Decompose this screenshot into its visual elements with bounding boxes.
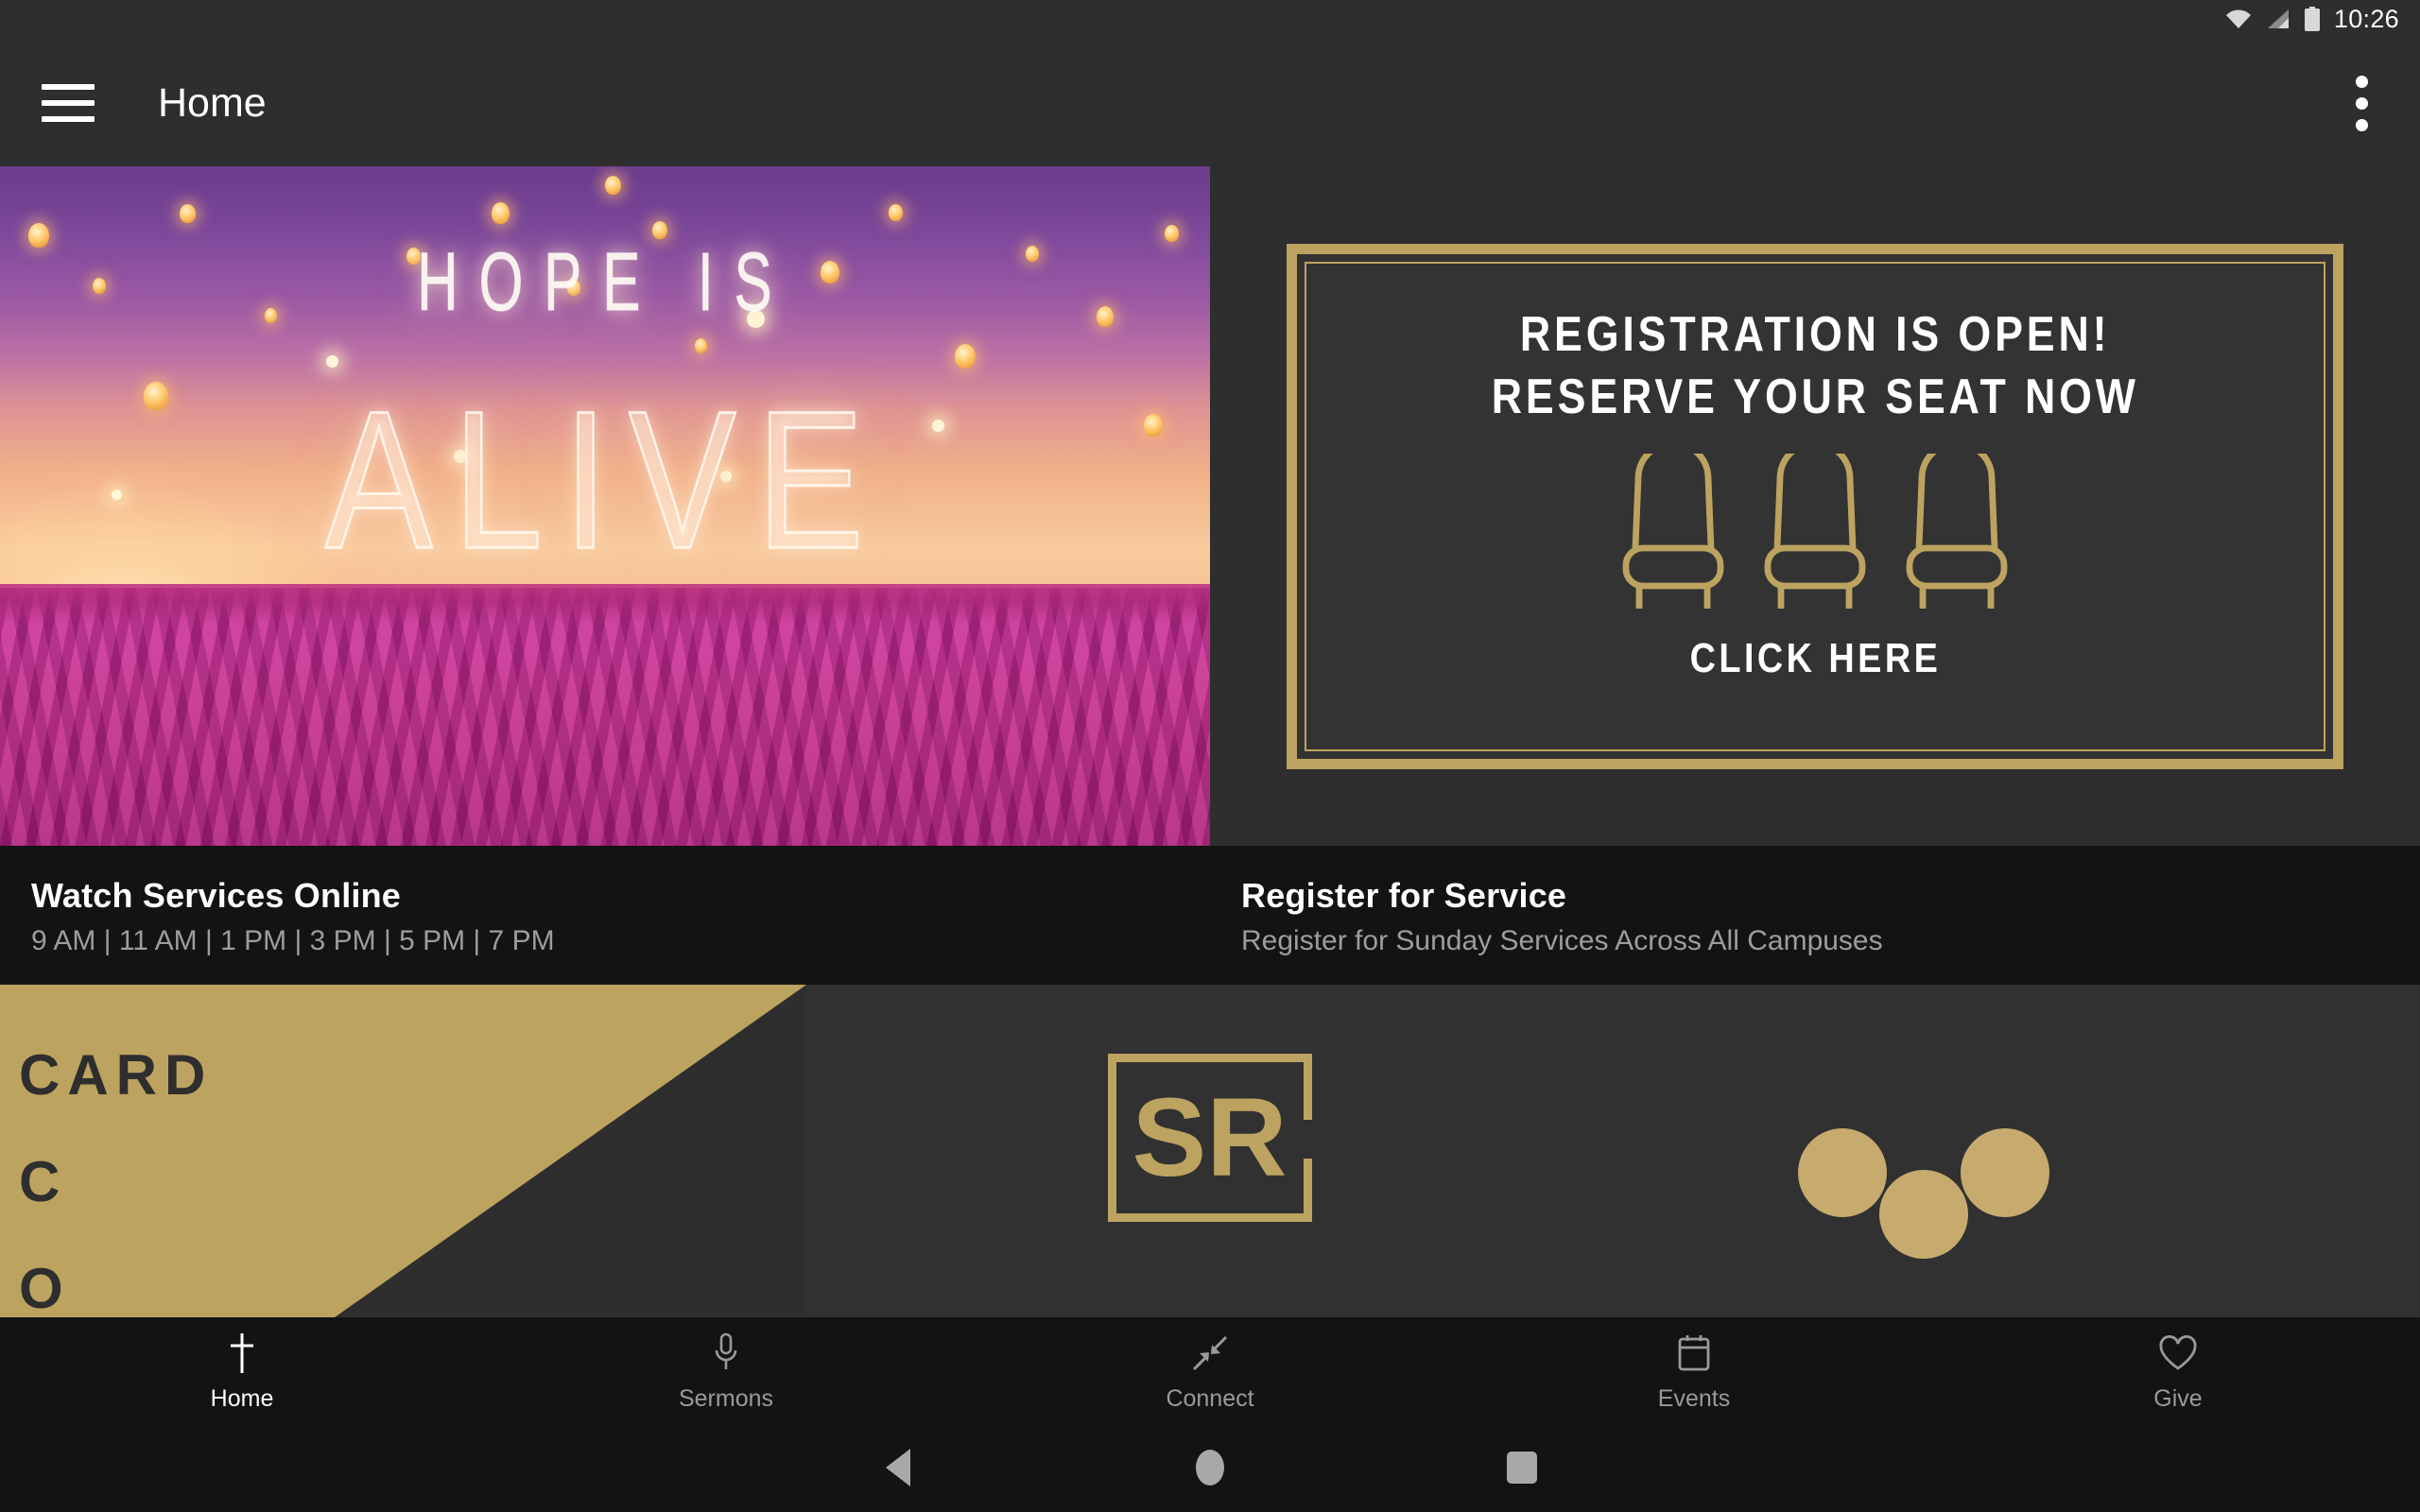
tab-label: Sermons [678, 1385, 774, 1412]
battery-icon [2304, 7, 2321, 31]
sr-logo-tile[interactable]: SR [806, 985, 1613, 1317]
app-bar: Home [0, 38, 2420, 168]
android-navigation-bar [0, 1423, 2420, 1512]
wifi-icon [2224, 8, 2253, 30]
tab-label: Events [1657, 1385, 1731, 1412]
back-triangle-icon[interactable] [742, 1449, 1054, 1486]
card-connection-text: CARD C O N N [19, 1022, 213, 1317]
card-connection-line-1: CARD [19, 1043, 214, 1107]
microphone-icon [713, 1331, 739, 1376]
tab-give[interactable]: Give [1936, 1317, 2420, 1413]
caption-title: Register for Service [1241, 876, 1567, 915]
tab-events[interactable]: Events [1452, 1317, 1936, 1413]
registration-cta-label[interactable]: CLICK HERE [1689, 635, 1941, 682]
merge-arrows-icon [1190, 1331, 1230, 1376]
card-connection-line-2: C [19, 1149, 68, 1213]
registration-line-1: REGISTRATION IS OPEN! [1519, 306, 2111, 362]
page-title: Home [158, 79, 267, 126]
caption-band: Watch Services Online 9 AM | 11 AM | 1 P… [0, 846, 2420, 985]
three-circles-icon [1613, 985, 2419, 1317]
watch-services-caption[interactable]: Watch Services Online 9 AM | 11 AM | 1 P… [0, 846, 1210, 985]
sr-logo-text: SR [1132, 1074, 1288, 1200]
card-connection-line-3: O [19, 1256, 71, 1317]
tab-connect[interactable]: Connect [968, 1317, 1452, 1413]
register-service-caption[interactable]: Register for Service Register for Sunday… [1210, 846, 2420, 985]
tab-label: Connect [1166, 1385, 1254, 1412]
caption-subtitle: Register for Sunday Services Across All … [1241, 925, 1883, 956]
status-bar-clock: 10:26 [2333, 4, 2399, 33]
card-connection-tile[interactable]: CARD C O N N [0, 985, 806, 1317]
hero-headline: HOPE IS ALIVE [0, 166, 1210, 846]
watch-services-online-card[interactable]: HOPE IS ALIVE [0, 166, 1210, 846]
tab-label: Give [2153, 1385, 2203, 1412]
heart-icon [2158, 1331, 2198, 1376]
hero-headline-bottom: ALIVE [324, 369, 885, 592]
three-chairs-icon [1613, 453, 2017, 612]
hero-headline-top: HOPE IS [417, 235, 793, 329]
registration-line-2: RESERVE YOUR SEAT NOW [1491, 369, 2139, 425]
overflow-menu-icon[interactable] [2335, 70, 2388, 136]
cellular-signal-icon [2266, 8, 2290, 30]
tab-home[interactable]: Home [0, 1317, 484, 1413]
registration-frame: REGISTRATION IS OPEN! RESERVE YOUR SEAT … [1287, 243, 2343, 769]
tab-label: Home [210, 1385, 274, 1412]
home-circle-icon[interactable] [1054, 1450, 1366, 1486]
hamburger-menu-icon[interactable] [42, 84, 95, 122]
calendar-icon [1676, 1331, 1712, 1376]
secondary-card-row: CARD C O N N SR [0, 985, 2420, 1317]
caption-subtitle: 9 AM | 11 AM | 1 PM | 3 PM | 5 PM | 7 PM [31, 925, 555, 956]
caption-title: Watch Services Online [31, 876, 402, 915]
three-circles-tile[interactable] [1613, 985, 2419, 1317]
tab-sermons[interactable]: Sermons [484, 1317, 968, 1413]
app-screen: 10:26 Home HOPE IS ALIVE REGISTRATION IS… [0, 0, 2420, 1512]
recents-square-icon[interactable] [1366, 1452, 1678, 1484]
bottom-tab-bar: Home Sermons Connect Events Give [0, 1317, 2420, 1423]
register-for-service-card[interactable]: REGISTRATION IS OPEN! RESERVE YOUR SEAT … [1210, 166, 2420, 846]
status-bar: 10:26 [0, 0, 2420, 38]
feature-card-row: HOPE IS ALIVE REGISTRATION IS OPEN! RESE… [0, 166, 2420, 846]
cross-icon [228, 1331, 256, 1376]
sr-logo-frame: SR [1107, 1053, 1312, 1222]
